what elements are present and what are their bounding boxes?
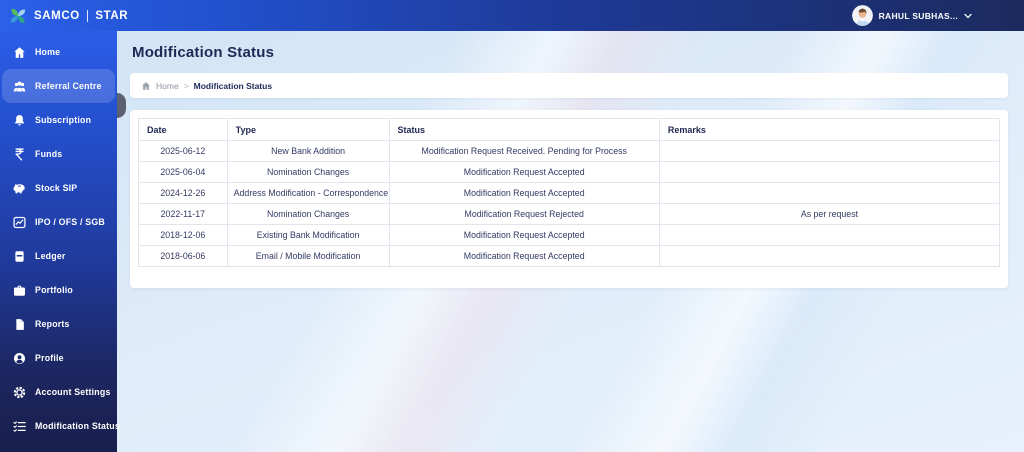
sidebar-item-label: Reports — [35, 319, 70, 329]
brand-divider — [86, 9, 89, 22]
breadcrumb-current: Modification Status — [193, 80, 273, 91]
sidebar-item-label: Profile — [35, 353, 64, 363]
sidebar: Home Referral Centre Subscription Funds Stoc… — [0, 31, 120, 452]
brand-logo[interactable]: SAMCO STAR — [0, 7, 128, 25]
user-menu[interactable]: RAHUL SUBHAS... — [851, 5, 1024, 26]
sidebar-item-ipo-ofs-sgb[interactable]: IPO / OFS / SGB — [2, 205, 115, 239]
cell-status: Modification Request Accepted — [388, 161, 660, 183]
referral-icon — [13, 80, 26, 93]
cell-remarks: As per request — [658, 203, 1001, 225]
cell-date: 2025-06-12 — [138, 140, 228, 162]
page-title: Modification Status — [132, 44, 275, 61]
modification-table: Date Type Status Remarks 2025-06-12 New Bank… — [138, 118, 1001, 267]
table-row: 2018-06-06 Email / Mobile Modification Mod… — [138, 245, 1001, 267]
home-icon — [13, 46, 26, 59]
piggy-bank-icon — [13, 182, 26, 195]
cell-remarks — [658, 161, 1001, 183]
report-icon — [13, 318, 26, 331]
cell-status: Modification Request Accepted — [388, 182, 660, 204]
sidebar-item-label: IPO / OFS / SGB — [35, 217, 105, 227]
sidebar-item-reports[interactable]: Reports — [2, 307, 115, 341]
cell-type: Nomination Changes — [226, 203, 390, 225]
rupee-icon — [13, 147, 26, 161]
column-header-remarks: Remarks — [658, 118, 1001, 141]
sidebar-item-label: Home — [35, 47, 61, 57]
table-row: 2025-06-12 New Bank Addition Modification … — [138, 140, 1001, 162]
sidebar-item-label: Stock SIP — [35, 183, 78, 193]
cell-date: 2018-06-06 — [138, 245, 228, 267]
table-row: 2022-11-17 Nomination Changes Modification… — [138, 203, 1001, 225]
sidebar-item-label: Funds — [35, 149, 63, 159]
column-header-date: Date — [138, 118, 228, 141]
breadcrumb: Home > Modification Status — [130, 73, 1008, 98]
sidebar-item-stock-sip[interactable]: Stock SIP — [2, 171, 115, 205]
cell-type: New Bank Addition — [226, 140, 390, 162]
cell-remarks — [658, 140, 1001, 162]
briefcase-icon — [13, 284, 26, 297]
sidebar-item-profile[interactable]: Profile — [2, 341, 115, 375]
breadcrumb-separator: > — [183, 80, 189, 91]
sidebar-item-funds[interactable]: Funds — [2, 137, 115, 171]
table-row: 2018-12-06 Existing Bank Modification Modi… — [138, 224, 1001, 246]
sidebar-item-label: Ledger — [35, 251, 66, 261]
sidebar-item-subscription[interactable]: Subscription — [2, 103, 115, 137]
ledger-icon — [13, 250, 26, 263]
topbar: SAMCO STAR RAHUL SUBHAS... — [0, 0, 1024, 31]
cell-type: Nomination Changes — [226, 161, 390, 183]
cell-date: 2025-06-04 — [138, 161, 228, 183]
table-header-row: Date Type Status Remarks — [138, 118, 1001, 141]
bell-icon — [13, 114, 26, 127]
modification-table-card: Date Type Status Remarks 2025-06-12 New Bank… — [130, 110, 1008, 288]
main-content: Modification Status Home > Modification … — [117, 31, 1024, 452]
sidebar-item-referral-centre[interactable]: Referral Centre — [2, 69, 115, 103]
brand-sub: STAR — [95, 9, 129, 22]
home-icon — [141, 81, 151, 91]
cell-date: 2022-11-17 — [138, 203, 228, 225]
cell-date: 2018-12-06 — [138, 224, 228, 246]
sidebar-item-label: Portfolio — [35, 285, 73, 295]
cell-date: 2024-12-26 — [138, 182, 228, 204]
cell-status: Modification Request Rejected — [388, 203, 660, 225]
gear-icon — [13, 386, 26, 399]
user-name: RAHUL SUBHAS... — [878, 10, 958, 21]
table-row: 2024-12-26 Address Modification - Corresp… — [138, 182, 1001, 204]
cell-type: Email / Mobile Modification — [226, 245, 390, 267]
profile-icon — [13, 352, 26, 365]
chart-icon — [13, 216, 26, 229]
brand-name: SAMCO — [34, 9, 80, 22]
sidebar-item-home[interactable]: Home — [2, 35, 115, 69]
sidebar-item-label: Subscription — [35, 115, 92, 125]
cell-status: Modification Request Accepted — [388, 245, 660, 267]
breadcrumb-home-link[interactable]: Home — [156, 81, 179, 91]
sidebar-item-label: Referral Centre — [35, 81, 102, 91]
column-header-type: Type — [226, 118, 390, 141]
sidebar-item-label: Account Settings — [35, 387, 111, 397]
column-header-status: Status — [388, 118, 660, 141]
sidebar-item-label: Modification Status — [35, 421, 120, 431]
cell-type: Address Modification - Correspondence — [226, 182, 390, 204]
cell-type: Existing Bank Modification — [226, 224, 390, 246]
table-row: 2025-06-04 Nomination Changes Modification… — [138, 161, 1001, 183]
cell-status: Modification Request Accepted — [388, 224, 660, 246]
chevron-down-icon — [964, 13, 972, 19]
checklist-icon — [13, 420, 26, 433]
cell-remarks — [658, 224, 1001, 246]
cell-remarks — [658, 182, 1001, 204]
sidebar-item-ledger[interactable]: Ledger — [2, 239, 115, 273]
sidebar-item-portfolio[interactable]: Portfolio — [2, 273, 115, 307]
samco-pinwheel-icon — [9, 7, 27, 25]
sidebar-item-account-settings[interactable]: Account Settings — [2, 375, 115, 409]
cell-status: Modification Request Received. Pending f… — [388, 140, 660, 162]
sidebar-item-modification-status[interactable]: Modification Status — [2, 409, 120, 443]
avatar — [851, 5, 873, 26]
cell-remarks — [658, 245, 1001, 267]
